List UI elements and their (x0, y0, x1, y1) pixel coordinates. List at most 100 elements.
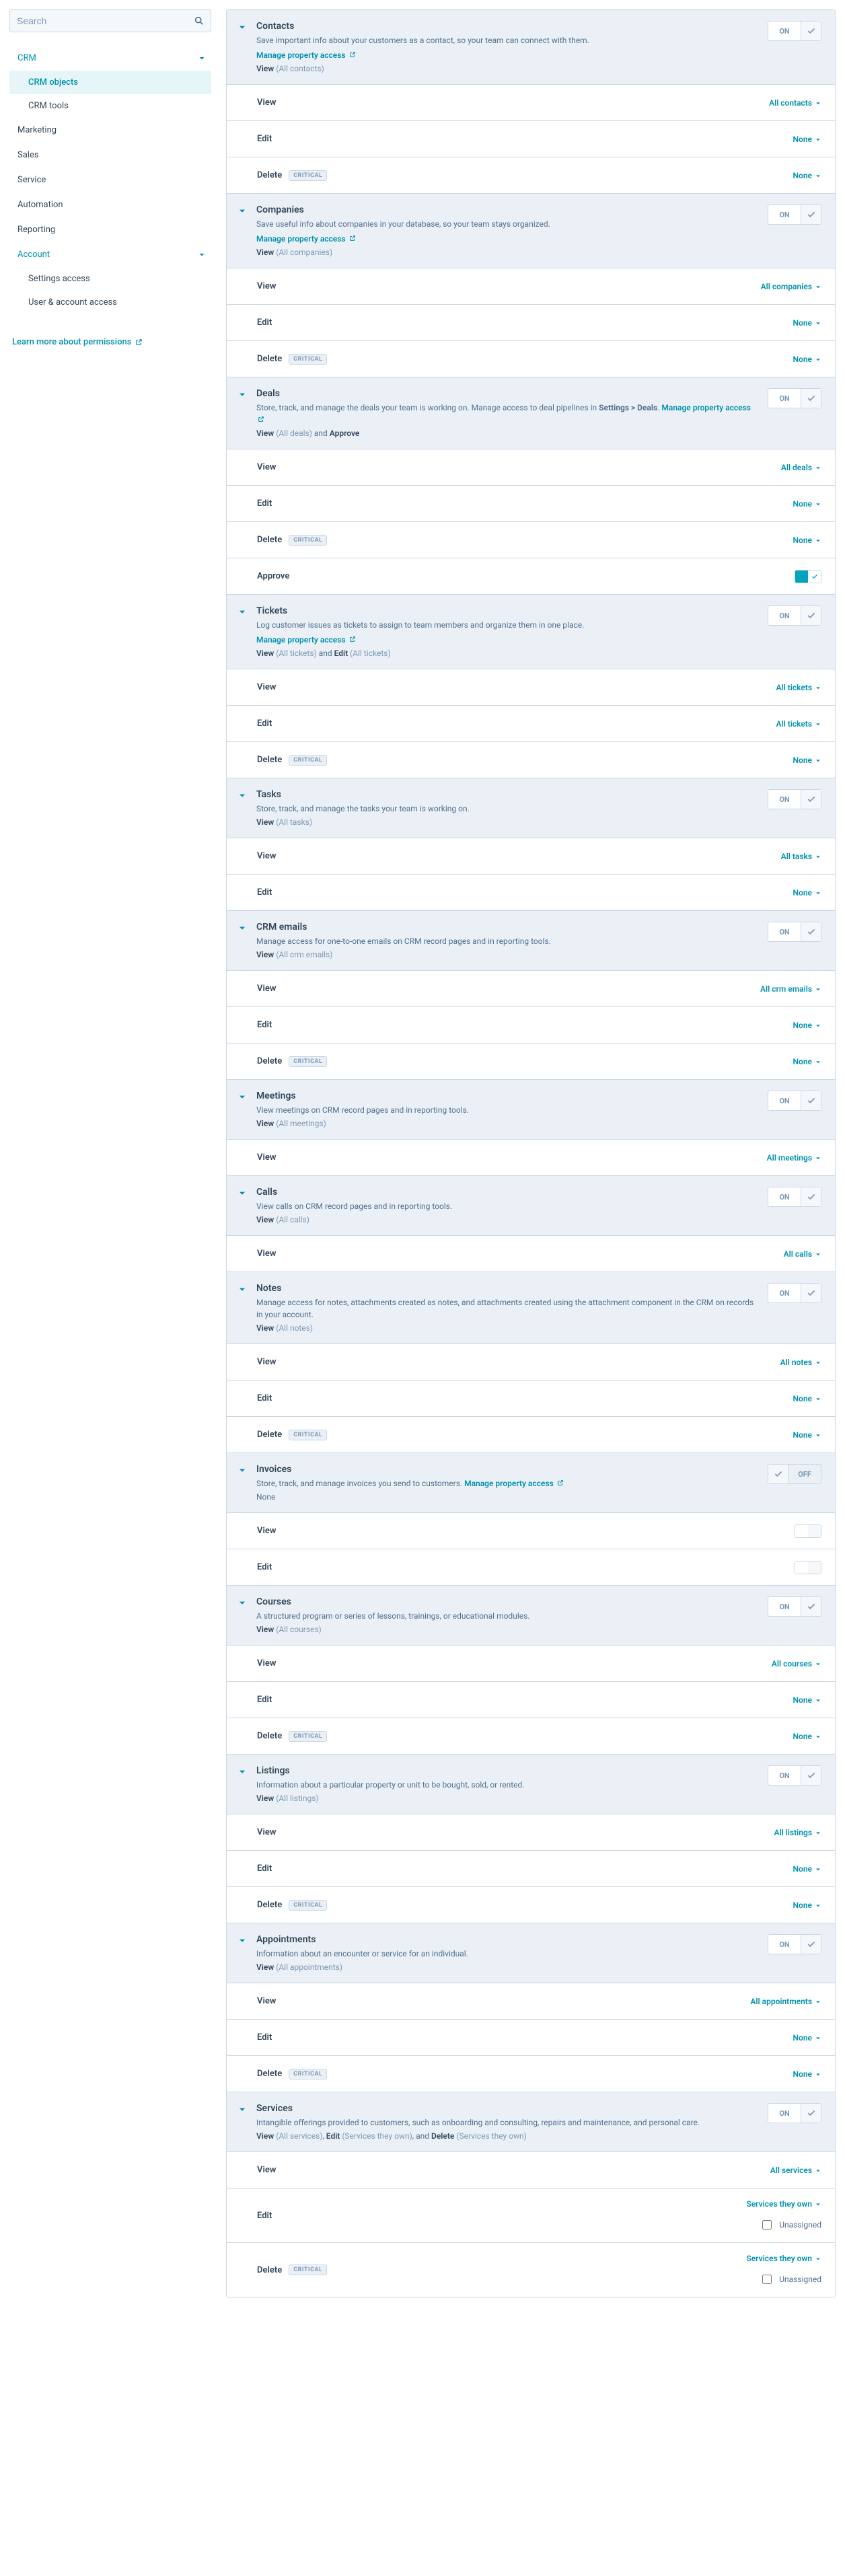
unassigned-checkbox[interactable]: Unassigned (760, 2273, 821, 2286)
unassigned-checkbox-input[interactable] (762, 2275, 772, 2284)
manage-property-access-link[interactable]: Manage property access (464, 1479, 564, 1488)
perm-value-dropdown[interactable]: All calls (784, 1249, 821, 1259)
panel-description: View meetings on CRM record pages and in… (256, 1104, 758, 1116)
perm-value-dropdown[interactable]: None (793, 1864, 821, 1874)
perm-value-dropdown[interactable]: None (793, 1732, 821, 1741)
panel-toggle-icon[interactable] (237, 2105, 247, 2114)
nav-sub-crm-objects[interactable]: CRM objects (9, 71, 211, 94)
nav-item-account[interactable]: Account (9, 242, 211, 267)
panel-switch[interactable]: ON (768, 1765, 821, 1786)
nav-item-sales[interactable]: Sales (9, 143, 211, 168)
panel-switch[interactable]: ON (768, 2103, 821, 2123)
perm-value-dropdown[interactable]: None (793, 2033, 821, 2043)
panel-toggle-icon[interactable] (237, 1466, 247, 1475)
panel-toggle-icon[interactable] (237, 608, 247, 617)
perm-value-dropdown[interactable]: All appointments (750, 1997, 821, 2006)
perm-value-dropdown[interactable]: None (793, 2069, 821, 2079)
panel-toggle-icon[interactable] (237, 791, 247, 801)
nav-item-automation[interactable]: Automation (9, 192, 211, 217)
nav-sub-user-account-access[interactable]: User & account access (9, 291, 211, 314)
learn-more-text: Learn more about permissions (12, 337, 131, 347)
manage-property-access-link[interactable]: Manage property access (256, 403, 751, 425)
nav-item-service[interactable]: Service (9, 168, 211, 192)
switch-label: ON (768, 27, 801, 36)
panel-switch[interactable]: ON (768, 1934, 821, 1954)
nav-sub-settings-access[interactable]: Settings access (9, 267, 211, 291)
perm-value-dropdown[interactable]: All meetings (767, 1153, 821, 1163)
unassigned-checkbox[interactable]: Unassigned (760, 2218, 821, 2232)
main-panel: ContactsSave important info about your c… (226, 9, 836, 2297)
manage-property-access-link[interactable]: Manage property access (256, 234, 356, 244)
mini-switch[interactable] (795, 1524, 821, 1538)
panel-switch[interactable]: ON (768, 605, 821, 626)
nav-item-crm[interactable]: CRM (9, 46, 211, 71)
panel-toggle-icon[interactable] (237, 1598, 247, 1608)
panel-toggle-icon[interactable] (237, 207, 247, 216)
perm-value-dropdown[interactable]: All tickets (776, 683, 821, 692)
perm-row-delete: DeleteCRITICALNone (227, 1043, 835, 1079)
search-input[interactable] (9, 9, 211, 32)
mini-switch[interactable] (795, 570, 821, 583)
perm-value-dropdown[interactable]: None (793, 1695, 821, 1705)
manage-property-access-link[interactable]: Manage property access (256, 635, 356, 645)
panel-toggle-icon[interactable] (237, 1767, 247, 1777)
perm-value-dropdown[interactable]: None (793, 888, 821, 897)
perm-value-dropdown[interactable]: Services they own (746, 2254, 821, 2263)
panel-switch[interactable]: ON (768, 1187, 821, 1207)
perm-value-dropdown[interactable]: None (793, 318, 821, 328)
perm-value-dropdown[interactable]: All tasks (781, 852, 821, 861)
perm-value-dropdown[interactable]: None (793, 355, 821, 364)
perm-value-dropdown[interactable]: None (793, 536, 821, 545)
perm-value-dropdown[interactable]: All crm emails (760, 984, 821, 994)
panel-toggle-icon[interactable] (237, 924, 247, 933)
nav-item-reporting[interactable]: Reporting (9, 217, 211, 242)
perm-value-dropdown[interactable]: None (793, 1057, 821, 1066)
perm-value-dropdown[interactable]: All companies (761, 282, 821, 291)
perm-row-delete: DeleteCRITICALNone (227, 521, 835, 558)
perm-value-dropdown[interactable]: None (793, 499, 821, 509)
perm-value-dropdown[interactable]: None (793, 756, 821, 765)
panel-switch[interactable]: ON (768, 1091, 821, 1111)
panel-toggle-icon[interactable] (237, 23, 247, 32)
mini-switch[interactable] (795, 1561, 821, 1574)
panel-summary: View (All appointments) (256, 1962, 758, 1972)
panel-toggle-icon[interactable] (237, 1285, 247, 1294)
perm-value-dropdown[interactable]: All notes (780, 1358, 821, 1367)
perm-value-dropdown[interactable]: Services they own (746, 2199, 821, 2209)
panel-switch-wrap: ON (768, 922, 821, 942)
perm-value-dropdown[interactable]: All deals (781, 463, 821, 472)
perm-value-dropdown[interactable]: All contacts (769, 98, 821, 108)
perm-value-dropdown[interactable]: All tickets (776, 719, 821, 729)
nav-sub-crm-tools[interactable]: CRM tools (9, 94, 211, 118)
panel-toggle-icon[interactable] (237, 1093, 247, 1102)
perm-label: Edit (257, 1864, 272, 1874)
nav-item-marketing[interactable]: Marketing (9, 118, 211, 143)
perm-value-dropdown[interactable]: None (793, 1021, 821, 1030)
panel-switch[interactable]: ON (768, 1283, 821, 1303)
panel-switch[interactable]: ON (768, 1596, 821, 1617)
perm-value-dropdown[interactable]: None (793, 1901, 821, 1910)
panel-toggle-icon[interactable] (237, 1189, 247, 1198)
critical-badge: CRITICAL (289, 1430, 327, 1440)
panel-switch[interactable]: ON (768, 205, 821, 225)
panel-switch[interactable]: OFF (768, 1464, 821, 1484)
panel-switch[interactable]: ON (768, 21, 821, 41)
perm-value-dropdown[interactable]: None (793, 135, 821, 144)
perm-value-dropdown[interactable]: None (793, 1394, 821, 1403)
perm-value-dropdown[interactable]: None (793, 171, 821, 180)
manage-property-access-link[interactable]: Manage property access (256, 50, 356, 60)
unassigned-checkbox-input[interactable] (762, 2220, 772, 2230)
perm-value-dropdown[interactable]: All listings (774, 1828, 821, 1837)
perm-value-dropdown[interactable]: All courses (772, 1659, 821, 1668)
chevron-down-icon (815, 100, 821, 106)
perm-value-dropdown[interactable]: All services (770, 2166, 821, 2175)
perm-value-dropdown[interactable]: None (793, 1430, 821, 1440)
learn-more-link[interactable]: Learn more about permissions (9, 337, 211, 347)
panel-switch[interactable]: ON (768, 388, 821, 408)
panel-toggle-icon[interactable] (237, 390, 247, 400)
panel-toggle-icon[interactable] (237, 1936, 247, 1946)
panel-switch[interactable]: ON (768, 789, 821, 809)
panel-switch[interactable]: ON (768, 922, 821, 942)
perm-value-text: None (793, 1057, 812, 1066)
panel-title: Calls (256, 1187, 758, 1198)
